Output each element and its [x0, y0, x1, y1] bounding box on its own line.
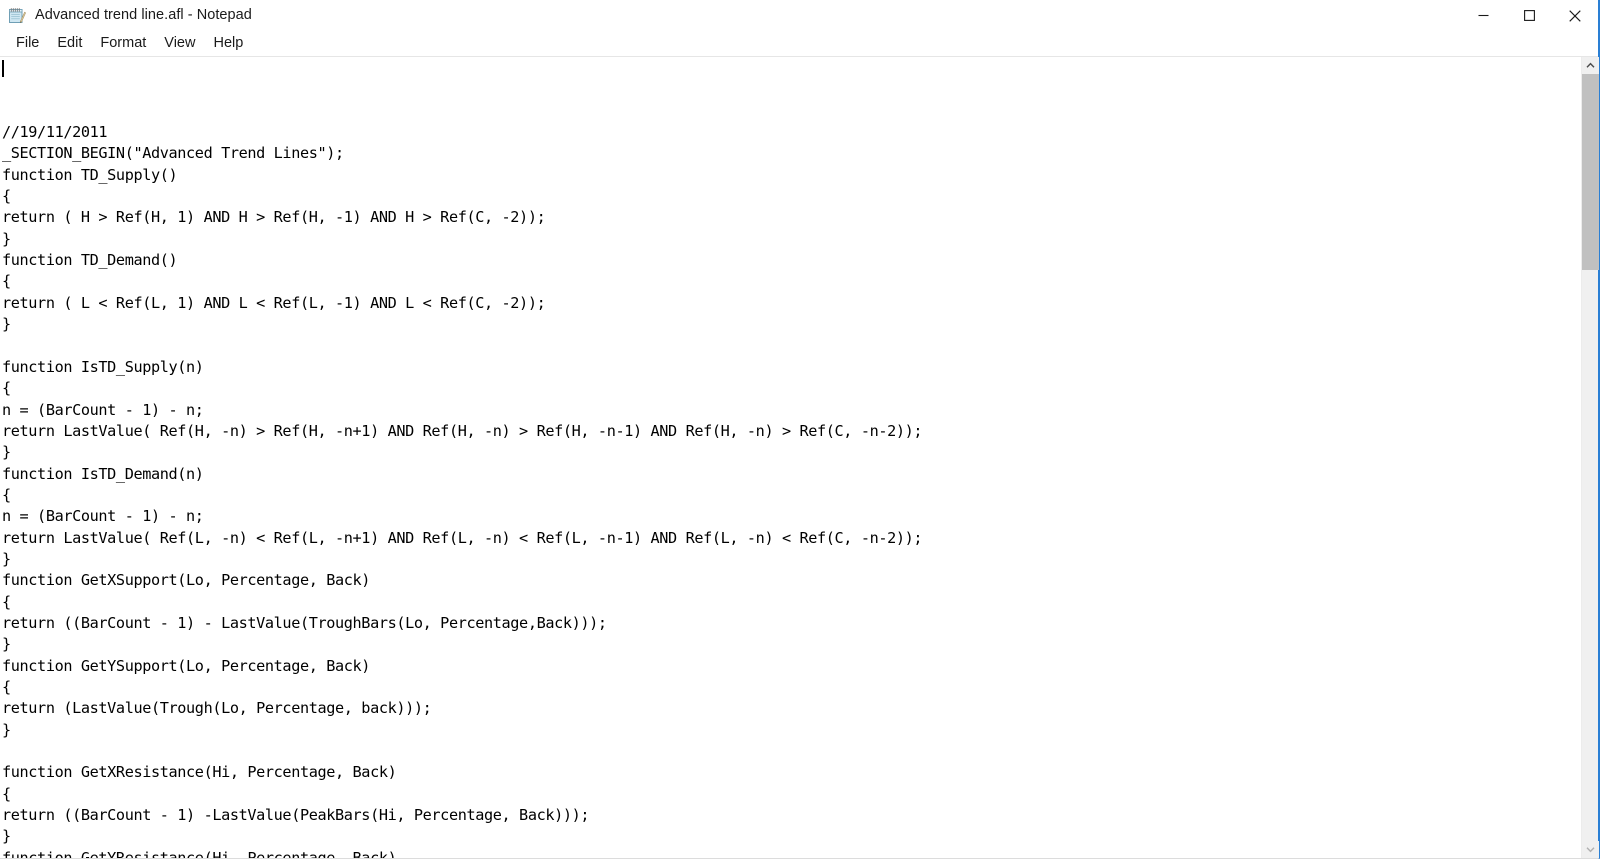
code-line: }	[2, 229, 11, 248]
minimize-icon	[1478, 14, 1488, 17]
menu-bar: File Edit Format View Help	[0, 31, 1598, 56]
close-button[interactable]	[1552, 0, 1598, 31]
code-line: }	[2, 635, 11, 654]
code-line: }	[2, 827, 11, 846]
code-line: function GetYResistance(Hi, Percentage, …	[2, 848, 397, 858]
code-line: {	[2, 379, 11, 398]
text-editor[interactable]: //19/11/2011 _SECTION_BEGIN("Advanced Tre…	[0, 57, 1581, 858]
close-icon	[1569, 9, 1581, 22]
code-line: {	[2, 784, 11, 803]
code-line: return ((BarCount - 1) -LastValue(PeakBa…	[2, 806, 590, 825]
maximize-icon	[1523, 10, 1535, 21]
code-line: }	[2, 443, 11, 462]
code-line: return ( L < Ref(L, 1) AND L < Ref(L, -1…	[2, 293, 546, 312]
notepad-window: Advanced trend line.afl - Notepad File E…	[0, 0, 1600, 859]
code-line: }	[2, 315, 11, 334]
code-line: return LastValue( Ref(L, -n) < Ref(L, -n…	[2, 528, 923, 547]
code-line: {	[2, 677, 11, 696]
code-line: {	[2, 592, 11, 611]
window-title: Advanced trend line.afl - Notepad	[35, 7, 252, 23]
code-line: {	[2, 187, 11, 206]
code-line: n = (BarCount - 1) - n;	[2, 400, 204, 419]
code-line: //19/11/2011	[2, 123, 108, 142]
code-line: function GetXResistance(Hi, Percentage, …	[2, 763, 397, 782]
code-line: function IsTD_Demand(n)	[2, 464, 204, 483]
code-line: n = (BarCount - 1) - n;	[2, 507, 204, 526]
code-line: }	[2, 549, 11, 568]
code-line: function IsTD_Supply(n)	[2, 357, 204, 376]
text-caret	[2, 60, 4, 77]
chevron-down-icon	[1586, 847, 1595, 853]
scroll-up-button[interactable]	[1582, 57, 1599, 74]
code-line: {	[2, 485, 11, 504]
code-line: _SECTION_BEGIN("Advanced Trend Lines");	[2, 144, 344, 163]
code-line: function TD_Demand()	[2, 251, 178, 270]
menu-item-file[interactable]: File	[7, 31, 48, 56]
code-line: return LastValue( Ref(H, -n) > Ref(H, -n…	[2, 421, 923, 440]
code-line: return (LastValue(Trough(Lo, Percentage,…	[2, 699, 432, 718]
vertical-scrollbar[interactable]	[1581, 57, 1599, 858]
menu-item-help[interactable]: Help	[204, 31, 252, 56]
menu-item-view[interactable]: View	[155, 31, 204, 56]
code-line: function TD_Supply()	[2, 165, 178, 184]
scroll-down-button[interactable]	[1582, 841, 1599, 858]
code-line: return ( H > Ref(H, 1) AND H > Ref(H, -1…	[2, 208, 546, 227]
editor-area: //19/11/2011 _SECTION_BEGIN("Advanced Tre…	[0, 56, 1599, 858]
code-line: function GetYSupport(Lo, Percentage, Bac…	[2, 656, 371, 675]
window-controls	[1460, 0, 1598, 31]
maximize-button[interactable]	[1506, 0, 1552, 31]
code-line: }	[2, 720, 11, 739]
code-content: //19/11/2011 _SECTION_BEGIN("Advanced Tre…	[2, 58, 1581, 858]
chevron-up-icon	[1586, 62, 1595, 68]
minimize-button[interactable]	[1460, 0, 1506, 31]
code-line: return ((BarCount - 1) - LastValue(Troug…	[2, 613, 607, 632]
menu-item-format[interactable]: Format	[91, 31, 155, 56]
notepad-icon	[8, 7, 26, 25]
code-line: function GetXSupport(Lo, Percentage, Bac…	[2, 571, 371, 590]
title-bar: Advanced trend line.afl - Notepad	[0, 0, 1598, 31]
menu-item-edit[interactable]: Edit	[48, 31, 91, 56]
scrollbar-thumb[interactable]	[1582, 74, 1599, 270]
code-line: {	[2, 272, 11, 291]
